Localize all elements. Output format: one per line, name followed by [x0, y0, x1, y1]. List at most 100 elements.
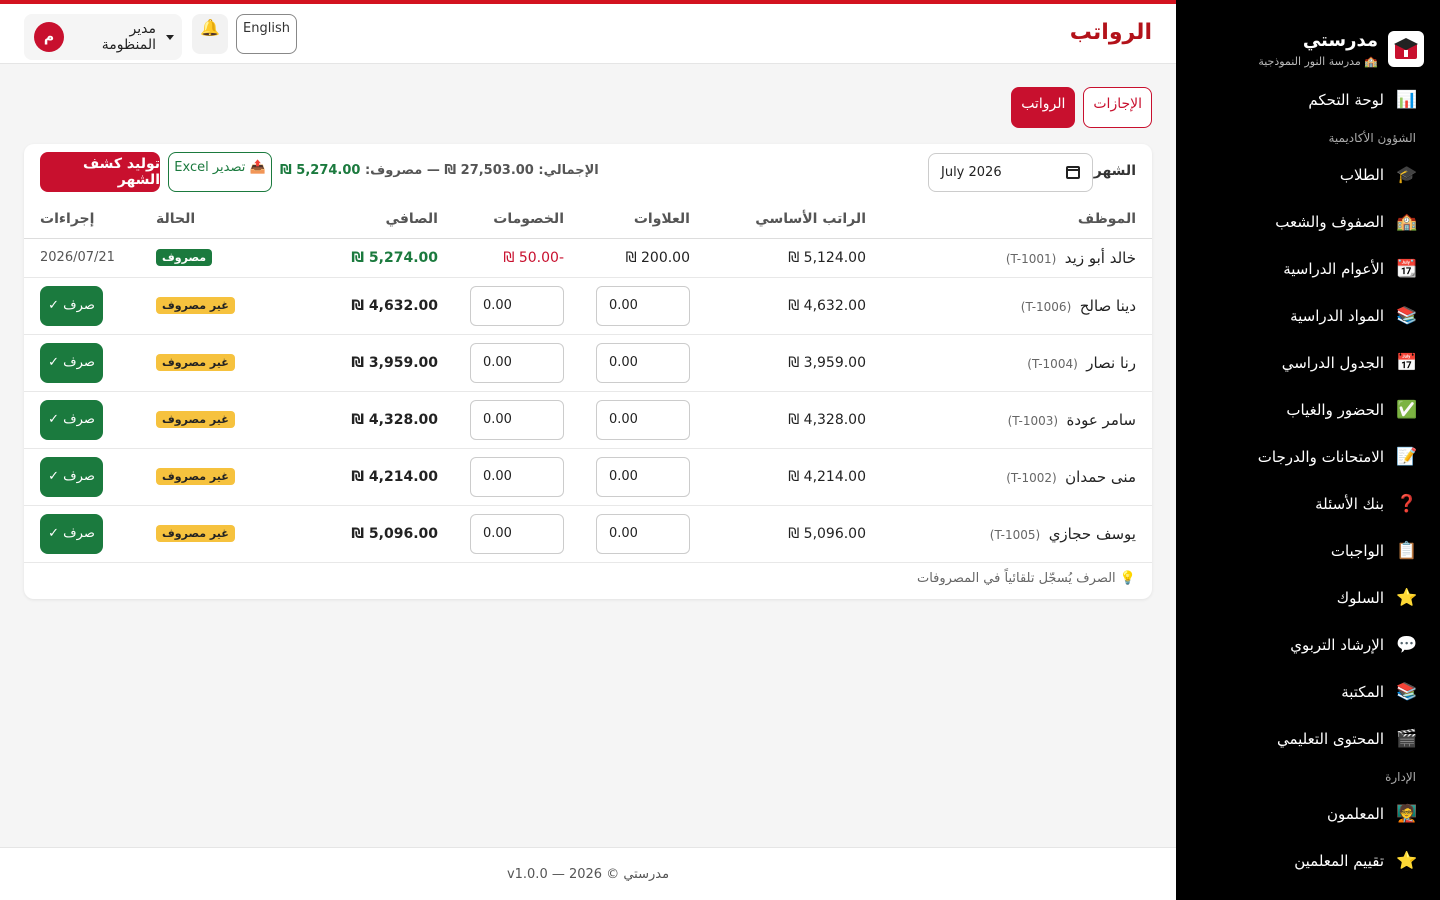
pay-button[interactable]: صرف ✓: [40, 285, 103, 326]
sidebar-item-exams[interactable]: 📝 الامتحانات والدرجات: [1176, 433, 1440, 480]
page-title: الرواتب: [1069, 20, 1152, 45]
sidebar-item-label: المكتبة: [1341, 682, 1384, 701]
sidebar-item-behavior[interactable]: ⭐ السلوك: [1176, 574, 1440, 621]
net-salary: 4,328.00 ₪: [300, 391, 454, 449]
sidebar-item-question-bank[interactable]: ❓ بنك الأسئلة: [1176, 480, 1440, 527]
allowances-value: 200.00 ₪: [580, 238, 706, 278]
memo-icon: 📝: [1396, 446, 1418, 467]
allowances-input[interactable]: 0.00: [596, 456, 690, 497]
chevron-down-icon: [166, 34, 174, 40]
star-icon: ⭐: [1396, 850, 1418, 871]
base-salary: 3,959.00 ₪: [706, 334, 882, 392]
dashboard-icon: 📊: [1396, 89, 1418, 110]
sidebar-item-academic-years[interactable]: 📆 الأعوام الدراسية: [1176, 245, 1440, 292]
base-salary: 5,124.00 ₪: [706, 238, 882, 278]
notifications-button[interactable]: 🔔: [192, 14, 228, 54]
sidebar-item-classes[interactable]: 🏫 الصفوف والشعب: [1176, 198, 1440, 245]
graduation-cap-icon: 🎓: [1396, 164, 1418, 185]
sidebar-item-subjects[interactable]: 📚 المواد الدراسية: [1176, 292, 1440, 339]
employee-name: يوسف حجازي: [1048, 524, 1136, 543]
col-base-salary: الراتب الأساسي: [706, 200, 882, 239]
col-status: الحالة: [140, 200, 300, 239]
totals-paid: 5,274.00 ₪: [280, 163, 361, 178]
sidebar-item-label: المواد الدراسية: [1290, 306, 1384, 325]
table-row: خالد أبو زيد (T-1001) 5,124.00 ₪ 200.00 …: [24, 238, 1152, 278]
tab-salaries[interactable]: الرواتب: [1011, 87, 1076, 128]
deductions-input[interactable]: 0.00: [470, 285, 564, 326]
employee-code: (T-1002): [1006, 470, 1057, 485]
deductions-input[interactable]: 0.00: [470, 399, 564, 440]
status-badge: مصروف: [156, 249, 213, 266]
speech-bubble-icon: 💬: [1396, 634, 1418, 655]
employee-name: منى حمدان: [1065, 467, 1136, 486]
sidebar-item-label: الإرشاد التربوي: [1290, 635, 1384, 654]
deductions-input[interactable]: 0.00: [470, 342, 564, 383]
paid-date: 2026/07/21: [24, 238, 140, 278]
generate-payroll-button[interactable]: توليد كشف الشهر: [40, 152, 160, 192]
sidebar-item-content[interactable]: 🎬 المحتوى التعليمي: [1176, 715, 1440, 762]
employee-code: (T-1005): [989, 527, 1041, 542]
sidebar-item-students[interactable]: 🎓 الطلاب: [1176, 151, 1440, 198]
clapper-icon: 🎬: [1396, 728, 1418, 749]
pay-button[interactable]: صرف ✓: [40, 399, 103, 440]
base-salary: 4,632.00 ₪: [706, 277, 882, 335]
sidebar-nav: 📊 لوحة التحكم الشؤون الأكاديمية 🎓 الطلاب …: [1176, 76, 1440, 884]
deductions-input[interactable]: 0.00: [470, 513, 564, 554]
top-bar: الرواتب English 🔔 مدير المنظومة م: [0, 0, 1176, 64]
brand[interactable]: مدرستي 🏫 مدرسة النور النموذجية: [1176, 0, 1440, 76]
col-actions: إجراءات: [24, 200, 140, 239]
sidebar-item-label: الواجبات: [1330, 541, 1384, 560]
table-row: سامر عودة (T-1003) 4,328.00 ₪ 0.00 0.00 …: [24, 391, 1152, 449]
base-salary: 4,214.00 ₪: [706, 448, 882, 506]
sidebar-item-attendance[interactable]: ✅ الحضور والغياب: [1176, 386, 1440, 433]
brand-name: مدرستي: [1302, 29, 1378, 51]
user-menu[interactable]: مدير المنظومة م: [24, 14, 182, 60]
sidebar-item-library[interactable]: 📚 المكتبة: [1176, 668, 1440, 715]
sidebar-item-label: الامتحانات والدرجات: [1257, 447, 1384, 466]
bell-icon: 🔔: [200, 18, 220, 37]
sidebar-item-label: الحضور والغياب: [1286, 400, 1384, 419]
pay-button[interactable]: صرف ✓: [40, 456, 103, 497]
month-picker-input[interactable]: July 2026: [928, 153, 1093, 192]
employee-name: دينا صالح: [1079, 296, 1136, 315]
month-label: الشهر: [1093, 163, 1136, 179]
pay-button[interactable]: صرف ✓: [40, 513, 103, 554]
main-content: الرواتب English 🔔 مدير المنظومة م الإجاز…: [0, 0, 1176, 900]
employee-code: (T-1004): [1027, 356, 1078, 371]
allowances-input[interactable]: 0.00: [596, 342, 690, 383]
sidebar-item-timetable[interactable]: 📅 الجدول الدراسي: [1176, 339, 1440, 386]
page-tabs: الإجازات الرواتب: [1011, 87, 1152, 128]
deductions-input[interactable]: 0.00: [470, 456, 564, 497]
allowances-input[interactable]: 0.00: [596, 513, 690, 554]
sidebar-item-teachers[interactable]: 🧑‍🏫 المعلمون: [1176, 790, 1440, 837]
sidebar-item-label: الجدول الدراسي: [1281, 353, 1384, 372]
pay-button[interactable]: صرف ✓: [40, 342, 103, 383]
allowances-input[interactable]: 0.00: [596, 285, 690, 326]
sidebar-item-label: الطلاب: [1339, 165, 1384, 184]
employee-name: خالد أبو زيد: [1064, 248, 1136, 267]
payroll-toolbar: الشهر July 2026 الإجمالي: 27,503.00 ₪ — …: [24, 144, 1152, 200]
tab-leaves[interactable]: الإجازات: [1083, 87, 1152, 128]
table-header-row: الموظف الراتب الأساسي العلاوات الخصومات …: [24, 200, 1152, 239]
calendar-icon: [1066, 166, 1080, 179]
net-salary: 4,632.00 ₪: [300, 277, 454, 335]
sidebar-item-label: الصفوف والشعب: [1275, 212, 1384, 231]
sidebar-item-label: تقييم المعلمين: [1294, 851, 1384, 870]
sidebar-section-academic: الشؤون الأكاديمية: [1328, 131, 1416, 145]
net-salary: 3,959.00 ₪: [300, 334, 454, 392]
sidebar-item-dashboard[interactable]: 📊 لوحة التحكم: [1176, 76, 1440, 123]
allowances-input[interactable]: 0.00: [596, 399, 690, 440]
employee-name: رنا نصار: [1086, 353, 1136, 372]
language-toggle-button[interactable]: English: [236, 14, 297, 54]
sidebar-item-counseling[interactable]: 💬 الإرشاد التربوي: [1176, 621, 1440, 668]
col-deductions: الخصومات: [454, 200, 580, 239]
books-icon: 📚: [1396, 305, 1418, 326]
status-badge: غير مصروف: [156, 468, 235, 485]
net-salary: 4,214.00 ₪: [300, 448, 454, 506]
star-icon: ⭐: [1396, 587, 1418, 608]
sidebar-item-homework[interactable]: 📋 الواجبات: [1176, 527, 1440, 574]
employee-code: (T-1003): [1007, 413, 1059, 428]
sidebar-item-teacher-evaluation[interactable]: ⭐ تقييم المعلمين: [1176, 837, 1440, 884]
base-salary: 4,328.00 ₪: [706, 391, 882, 449]
export-excel-button[interactable]: 📤 تصدير Excel: [168, 152, 272, 192]
